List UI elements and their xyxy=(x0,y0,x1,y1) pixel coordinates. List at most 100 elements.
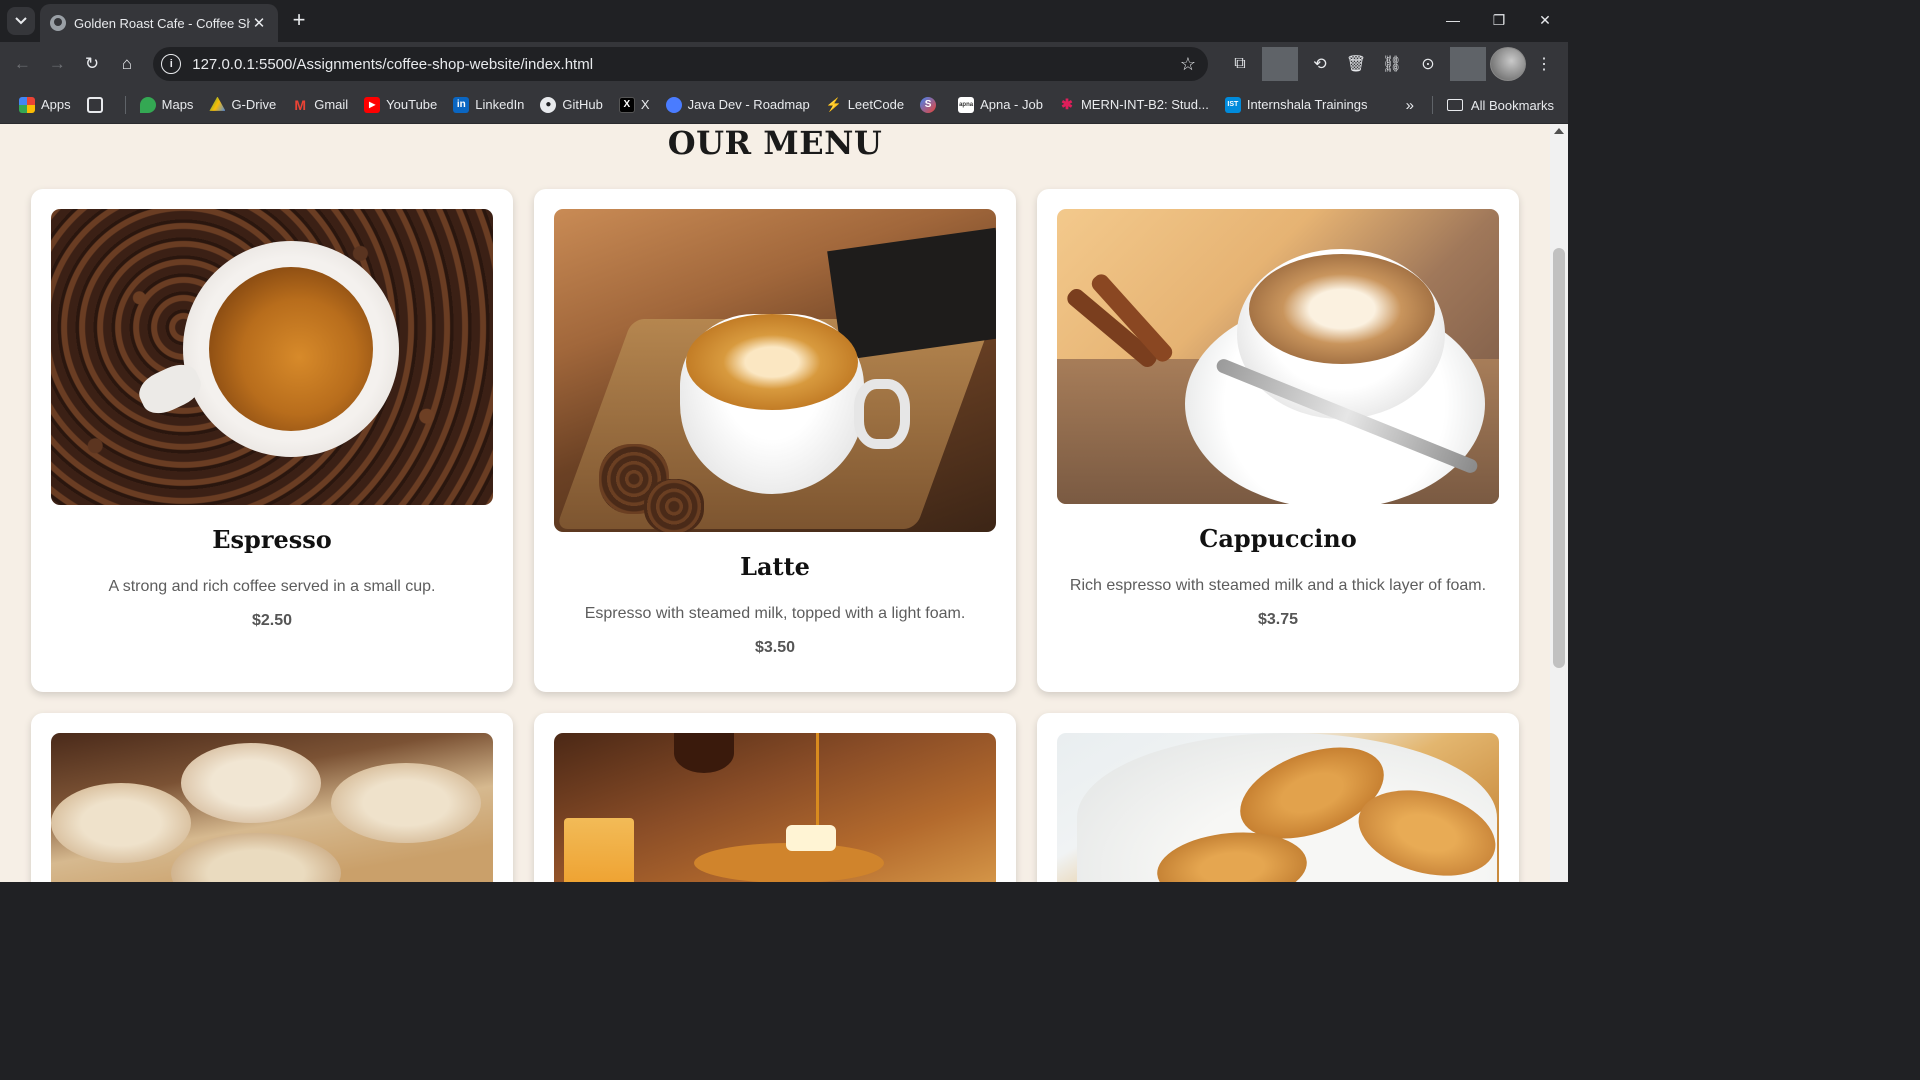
bookmark-java-dev[interactable]: Java Dev - Roadmap xyxy=(665,96,810,113)
menu-kebab-icon[interactable]: ⋮ xyxy=(1526,47,1562,81)
bookmarks-bar: Apps Maps G-Drive M Gmail ▶ YouTube in L… xyxy=(0,86,1568,124)
item-price: $2.50 xyxy=(251,612,293,629)
bookmark-s[interactable]: S xyxy=(920,96,942,113)
address-bar[interactable]: i 127.0.0.1:5500/Assignments/coffee-shop… xyxy=(153,47,1208,81)
bookmark-gmail[interactable]: M Gmail xyxy=(292,97,348,113)
bookmark-apps[interactable]: Apps xyxy=(19,96,71,113)
muffin-shape xyxy=(171,833,341,882)
youtube-icon: ▶ xyxy=(364,96,381,113)
browser-toolbar: ← → ↻ ⌂ i 127.0.0.1:5500/Assignments/cof… xyxy=(0,42,1568,86)
bookmark-linkedin[interactable]: in LinkedIn xyxy=(453,96,525,113)
tab-search-chevron-icon[interactable] xyxy=(7,7,35,35)
url-text[interactable]: 127.0.0.1:5500/Assignments/coffee-shop-w… xyxy=(192,56,1180,73)
bookmark-tab-groups[interactable] xyxy=(86,96,109,113)
bookmark-label: LinkedIn xyxy=(475,97,525,112)
bookmark-maps[interactable]: Maps xyxy=(139,96,193,113)
orange-juice-glass xyxy=(564,818,634,882)
muffin-shape xyxy=(51,783,191,863)
bookmark-github[interactable]: ● GitHub xyxy=(540,96,603,113)
toolbar-divider xyxy=(1449,47,1486,81)
dark-box xyxy=(827,227,996,361)
leetcode-icon: ⚡ xyxy=(825,96,842,112)
site-info-icon[interactable]: i xyxy=(161,54,182,74)
croissant-photo xyxy=(1057,733,1499,882)
muffin-shape xyxy=(181,743,321,823)
screenshot-icon[interactable]: ⊙ xyxy=(1410,47,1446,81)
breakfast-muffin-photo xyxy=(51,733,493,882)
history-icon[interactable]: ⟲ xyxy=(1302,47,1338,81)
page-viewport: OUR MENU Espresso A strong and rich coff… xyxy=(0,124,1568,882)
extensions-puzzle-icon[interactable]: ⧉ xyxy=(1222,47,1258,81)
grid-icon xyxy=(86,96,103,113)
slack-icon: ✱ xyxy=(1061,96,1073,112)
new-tab-plus-icon[interactable]: + xyxy=(287,7,311,32)
reload-icon[interactable]: ↻ xyxy=(76,47,109,81)
bookmark-label: G-Drive xyxy=(231,97,277,112)
latte-art xyxy=(1249,254,1435,364)
cappuccino-photo xyxy=(1057,209,1499,504)
bookmark-label: MERN-INT-B2: Stud... xyxy=(1080,97,1209,112)
trash-icon[interactable]: 🗑 xyxy=(1338,47,1374,81)
window-close-icon[interactable]: ✕ xyxy=(1522,0,1568,40)
crema-shape xyxy=(209,267,373,431)
active-tab[interactable]: Golden Roast Cafe - Coffee Shop ✕ xyxy=(40,4,278,42)
all-bookmarks[interactable]: All Bookmarks xyxy=(1471,98,1554,113)
bookmark-leetcode[interactable]: ⚡ LeetCode xyxy=(826,97,904,113)
scrollbar-thumb[interactable] xyxy=(1553,248,1565,668)
bookmark-star-icon[interactable]: ☆ xyxy=(1180,54,1196,75)
page-scrollbar[interactable] xyxy=(1550,124,1568,882)
drive-icon xyxy=(209,96,226,111)
item-price: $3.75 xyxy=(1257,611,1299,628)
bookmark-label: Java Dev - Roadmap xyxy=(687,97,810,112)
menu-card-pancakes xyxy=(534,713,1016,882)
bookmark-gdrive[interactable]: G-Drive xyxy=(209,96,277,113)
toolbar-actions: ⧉ ⟲ 🗑 ⛓ ⊙ ⋮ xyxy=(1222,47,1562,81)
item-description: Espresso with steamed milk, topped with … xyxy=(584,605,966,622)
bookmark-label: YouTube xyxy=(386,97,438,112)
item-name: Cappuccino xyxy=(1199,524,1357,553)
linkedin-icon: in xyxy=(453,96,470,113)
espresso-photo xyxy=(51,209,493,505)
chevron-double-right-icon[interactable]: » xyxy=(1406,97,1414,114)
github-icon: ● xyxy=(540,96,557,113)
scroll-up-arrow-icon[interactable] xyxy=(1554,128,1564,134)
menu-card-espresso: Espresso A strong and rich coffee served… xyxy=(31,189,513,692)
back-arrow-icon[interactable]: ← xyxy=(6,47,39,81)
menu-card-latte: Latte Espresso with steamed milk, topped… xyxy=(534,189,1016,692)
latte-photo xyxy=(554,209,996,532)
menu-card-cappuccino: Cappuccino Rich espresso with steamed mi… xyxy=(1037,189,1519,692)
restore-icon[interactable]: ❐ xyxy=(1476,0,1522,40)
bookmarks-overflow: » All Bookmarks xyxy=(1406,86,1554,124)
bookmark-internshala[interactable]: IST Internshala Trainings xyxy=(1224,96,1368,113)
menu-card-croissant xyxy=(1037,713,1519,882)
pancakes-photo xyxy=(554,733,996,882)
close-tab-icon[interactable]: ✕ xyxy=(250,14,268,32)
forward-arrow-icon[interactable]: → xyxy=(41,47,74,81)
link-icon[interactable]: ⛓ xyxy=(1374,47,1410,81)
minimize-icon[interactable]: — xyxy=(1430,0,1476,40)
butter-shape xyxy=(786,825,836,851)
bookmark-divider xyxy=(1431,96,1433,114)
apna-icon: apna xyxy=(958,96,975,113)
home-icon[interactable]: ⌂ xyxy=(110,47,143,81)
bookmark-label: Apna - Job xyxy=(980,97,1043,112)
latte-art xyxy=(686,314,858,410)
item-price: $3.50 xyxy=(754,639,796,656)
bookmark-apna[interactable]: apna Apna - Job xyxy=(958,96,1043,113)
cup-handle xyxy=(854,379,910,449)
s-logo-icon: S xyxy=(920,96,937,113)
item-description: Rich espresso with steamed milk and a th… xyxy=(1069,577,1487,594)
syrup-jar xyxy=(674,733,734,773)
bookmark-label: Internshala Trainings xyxy=(1246,97,1368,112)
page-title: OUR MENU xyxy=(667,124,883,162)
maps-pin-icon xyxy=(139,96,156,113)
bookmark-mern[interactable]: ✱ MERN-INT-B2: Stud... xyxy=(1059,96,1209,113)
bookmark-youtube[interactable]: ▶ YouTube xyxy=(364,96,438,113)
avatar xyxy=(1489,47,1526,81)
globe-icon xyxy=(50,15,66,31)
gmail-icon: M xyxy=(294,96,307,113)
item-name: Espresso xyxy=(212,525,332,554)
ist-icon: IST xyxy=(1224,96,1241,113)
profile-avatar[interactable] xyxy=(1489,47,1526,81)
bookmark-x[interactable]: X X xyxy=(618,96,650,113)
